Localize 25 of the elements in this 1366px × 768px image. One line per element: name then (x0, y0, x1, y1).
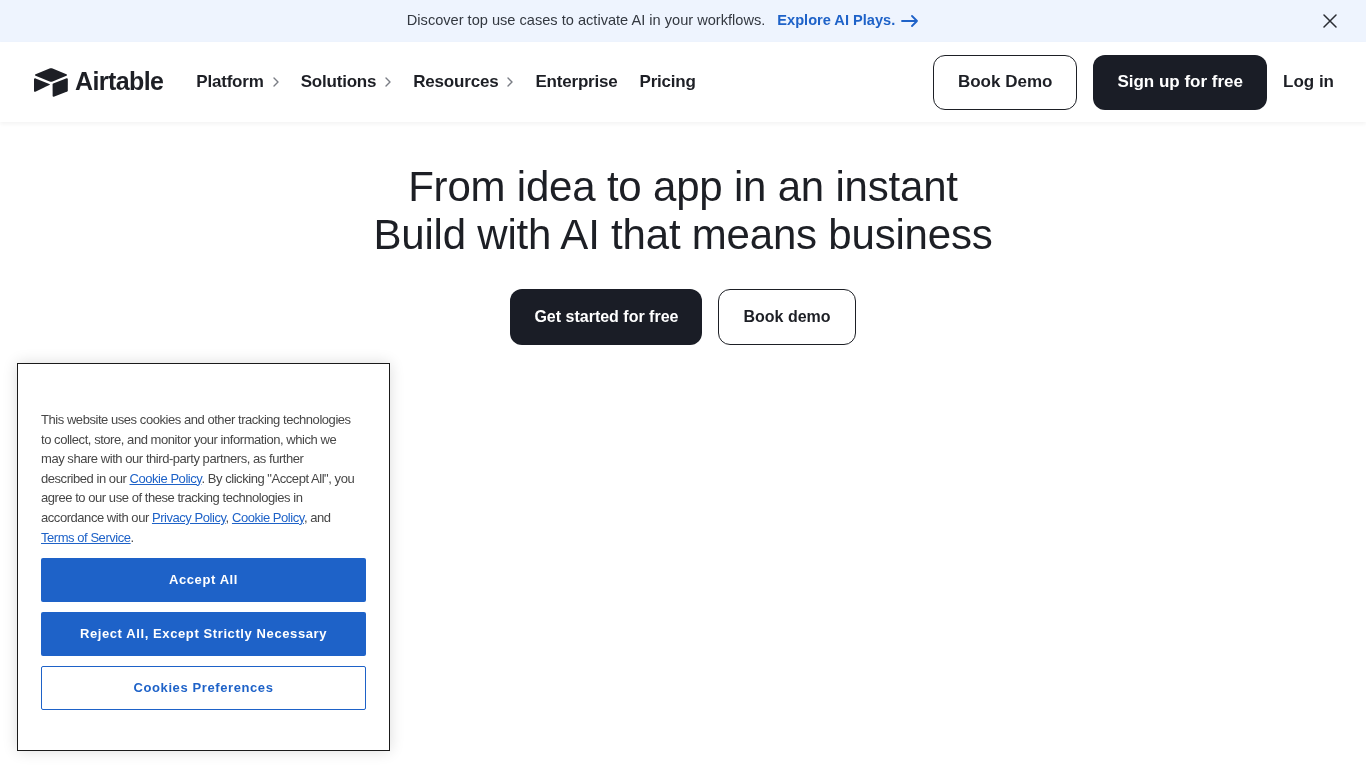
demo-button[interactable]: Book demo (718, 289, 856, 345)
nav-menu-item[interactable]: Platform (196, 69, 279, 95)
consent-button[interactable]: Reject All, Except Strictly Necessary (41, 612, 366, 657)
nav-menu-item[interactable]: Solutions (300, 69, 392, 95)
home-link[interactable]: Airtable (34, 63, 164, 101)
policy-link[interactable]: Terms of Service (41, 529, 131, 545)
close-icon (1323, 14, 1337, 28)
hero-headline: From idea to app in an instant Build with AI that means business (373, 163, 993, 259)
consent-button[interactable]: Accept All (41, 558, 366, 603)
close-button[interactable] (1322, 13, 1338, 29)
get-started-button[interactable]: Get started for free (510, 289, 703, 345)
preferences-button[interactable]: Cookies Preferences (41, 666, 366, 711)
policy-link[interactable]: Privacy Policy (151, 509, 226, 525)
cookie-notice-text: This website uses cookies and other tracking technologies to collect, store, and monitor your information, which we may share with our third-party partners, as further described in our Cookie Policy. By clicking "Accept All", you agree to our use of these tracking technologies in accordance with our Privacy Policy, Cookie Policy, and Terms of Service. (41, 411, 356, 547)
arrow-right-icon (901, 15, 920, 27)
explore-link[interactable]: Explore AI Plays. (777, 10, 920, 32)
logo-icon (34, 67, 68, 97)
policy-link[interactable]: Cookie Policy (231, 509, 304, 525)
nav-menu-item[interactable]: Enterprise (535, 69, 618, 95)
nav-menu-item[interactable]: Pricing (639, 69, 696, 95)
demo-button[interactable]: Book Demo (932, 54, 1078, 110)
login-link[interactable]: Log in (1283, 69, 1334, 95)
nav-menu-item[interactable]: Resources (413, 69, 514, 95)
announcement-text: Discover top use cases to activate AI in your workflows. (406, 11, 766, 31)
signup-button[interactable]: Sign up for free (1093, 54, 1267, 110)
